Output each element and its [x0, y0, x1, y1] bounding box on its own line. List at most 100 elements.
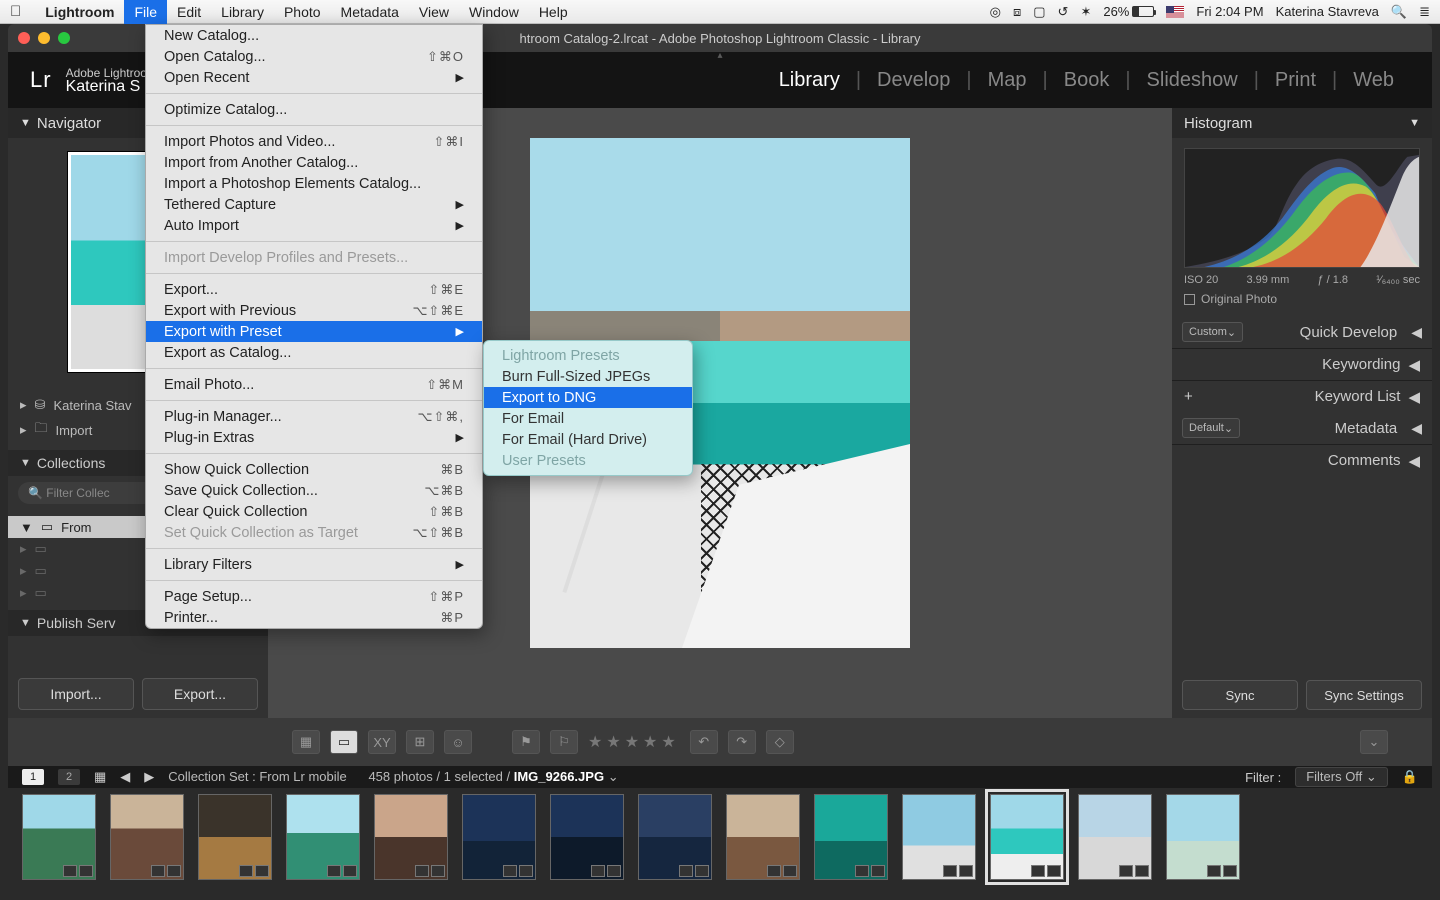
battery-status[interactable]: 26% [1103, 4, 1154, 19]
sync-settings-button[interactable]: Sync Settings [1306, 680, 1422, 710]
quick-develop-label[interactable]: Quick Develop [1300, 324, 1398, 341]
film-thumb[interactable] [550, 794, 624, 880]
submenu-burn-jpegs[interactable]: Burn Full-Sized JPEGs [484, 366, 692, 387]
keywording-section[interactable]: Keywording◀ [1172, 348, 1432, 380]
rotate-right-button[interactable]: ↷ [728, 730, 756, 754]
film-thumb[interactable] [462, 794, 536, 880]
menubar-library[interactable]: Library [211, 0, 274, 24]
film-thumb[interactable] [374, 794, 448, 880]
comments-section[interactable]: Comments◀ [1172, 444, 1432, 476]
menubar-metadata[interactable]: Metadata [331, 0, 409, 24]
menubar-photo[interactable]: Photo [274, 0, 331, 24]
menubar-edit[interactable]: Edit [167, 0, 211, 24]
flag-pick-button[interactable]: ⚑ [512, 730, 540, 754]
input-flag-icon[interactable] [1166, 6, 1184, 18]
film-thumb[interactable] [22, 794, 96, 880]
metadata-label[interactable]: Metadata [1335, 420, 1398, 437]
metadata-dropdown[interactable]: Default ⌄ [1182, 418, 1240, 438]
menu-printer[interactable]: Printer...⌘P [146, 607, 482, 628]
menu-email-photo[interactable]: Email Photo...⇧⌘M [146, 374, 482, 395]
module-web[interactable]: Web [1337, 69, 1410, 92]
menu-import-another[interactable]: Import from Another Catalog... [146, 152, 482, 173]
menu-export-with-preset[interactable]: Export with Preset▶ [146, 321, 482, 342]
zoom-window-button[interactable] [58, 32, 70, 44]
film-thumb[interactable] [1166, 794, 1240, 880]
menubar-window[interactable]: Window [459, 0, 529, 24]
import-button[interactable]: Import... [18, 678, 134, 710]
flag-reject-button[interactable]: ⚐ [550, 730, 578, 754]
dropbox-icon[interactable]: ⧈ [1013, 4, 1021, 20]
people-view-button[interactable]: ☺ [444, 730, 472, 754]
film-thumb[interactable] [902, 794, 976, 880]
film-thumb[interactable] [110, 794, 184, 880]
menu-open-recent[interactable]: Open Recent▶ [146, 67, 482, 88]
rotate-left-button[interactable]: ↶ [690, 730, 718, 754]
histogram-header[interactable]: Histogram ▼ [1172, 108, 1432, 138]
menubar-view[interactable]: View [409, 0, 459, 24]
cc-icon[interactable]: ◎ [990, 4, 1001, 20]
film-thumb[interactable] [726, 794, 800, 880]
grid-view-button[interactable]: ▦ [292, 730, 320, 754]
menu-export[interactable]: Export...⇧⌘E [146, 279, 482, 300]
add-keyword-button[interactable]: + [1184, 388, 1193, 405]
module-print[interactable]: Print [1259, 69, 1332, 92]
module-develop[interactable]: Develop [861, 69, 966, 92]
secondary-display-1[interactable]: 1 [22, 769, 44, 785]
wifi-icon[interactable]: ✶ [1080, 4, 1091, 20]
face-region-button[interactable]: ◇ [766, 730, 794, 754]
menu-import-pse[interactable]: Import a Photoshop Elements Catalog... [146, 173, 482, 194]
film-thumb[interactable] [638, 794, 712, 880]
menu-optimize-catalog[interactable]: Optimize Catalog... [146, 99, 482, 120]
filter-dropdown[interactable]: Filters Off ⌄ [1295, 767, 1388, 787]
menu-page-setup[interactable]: Page Setup...⇧⌘P [146, 586, 482, 607]
menu-export-as-catalog[interactable]: Export as Catalog... [146, 342, 482, 363]
film-thumb-selected[interactable] [990, 794, 1064, 880]
filter-lock-icon[interactable]: 🔒 [1402, 769, 1418, 785]
control-center-icon[interactable]: ≣ [1419, 4, 1430, 20]
compare-view-button[interactable]: XY [368, 730, 396, 754]
menu-library-filters[interactable]: Library Filters▶ [146, 554, 482, 575]
module-library[interactable]: Library [763, 69, 856, 92]
menubar-clock[interactable]: Fri 2:04 PM [1196, 4, 1263, 19]
menu-new-catalog[interactable]: New Catalog... [146, 25, 482, 46]
status-dropdown-icon[interactable]: ⌄ [608, 769, 619, 784]
filmstrip[interactable] [8, 788, 1432, 900]
menu-save-qc[interactable]: Save Quick Collection...⌥⌘B [146, 480, 482, 501]
menu-plugin-extras[interactable]: Plug-in Extras▶ [146, 427, 482, 448]
submenu-for-email[interactable]: For Email [484, 408, 692, 429]
film-thumb[interactable] [1078, 794, 1152, 880]
quickdev-dropdown[interactable]: Custom ⌄ [1182, 322, 1243, 342]
module-book[interactable]: Book [1048, 69, 1126, 92]
menu-open-catalog[interactable]: Open Catalog...⇧⌘O [146, 46, 482, 67]
close-window-button[interactable] [18, 32, 30, 44]
rating-stars[interactable]: ★★★★★ [588, 732, 680, 752]
secondary-display-2[interactable]: 2 [58, 769, 80, 785]
menu-auto-import[interactable]: Auto Import▶ [146, 215, 482, 236]
menu-export-previous[interactable]: Export with Previous⌥⇧⌘E [146, 300, 482, 321]
film-thumb[interactable] [198, 794, 272, 880]
nav-back-button[interactable]: ◀ [120, 769, 130, 785]
menu-import-photos[interactable]: Import Photos and Video...⇧⌘I [146, 131, 482, 152]
airplay-icon[interactable]: ▢ [1033, 4, 1045, 20]
sync-button[interactable]: Sync [1182, 680, 1298, 710]
menubar-file[interactable]: File [124, 0, 167, 24]
menu-show-qc[interactable]: Show Quick Collection⌘B [146, 459, 482, 480]
submenu-for-email-hd[interactable]: For Email (Hard Drive) [484, 429, 692, 450]
export-button[interactable]: Export... [142, 678, 258, 710]
nav-fwd-button[interactable]: ▶ [144, 769, 154, 785]
collapse-top-icon[interactable]: ▴ [717, 52, 722, 60]
toolbar-menu-button[interactable]: ⌄ [1360, 730, 1388, 754]
survey-view-button[interactable]: ⊞ [406, 730, 434, 754]
menubar-app[interactable]: Lightroom [35, 0, 124, 24]
submenu-export-dng[interactable]: Export to DNG [484, 387, 692, 408]
status-collection-name[interactable]: From Lr mobile [259, 769, 346, 784]
menu-clear-qc[interactable]: Clear Quick Collection⇧⌘B [146, 501, 482, 522]
module-map[interactable]: Map [972, 69, 1043, 92]
menu-plugin-manager[interactable]: Plug-in Manager...⌥⇧⌘, [146, 406, 482, 427]
film-thumb[interactable] [286, 794, 360, 880]
grid-tiny-icon[interactable]: ▦ [94, 769, 106, 785]
menubar-help[interactable]: Help [529, 0, 578, 24]
module-slideshow[interactable]: Slideshow [1131, 69, 1254, 92]
keywordlist-section[interactable]: +Keyword List◀ [1172, 380, 1432, 412]
timemachine-icon[interactable]: ↺ [1058, 4, 1069, 20]
